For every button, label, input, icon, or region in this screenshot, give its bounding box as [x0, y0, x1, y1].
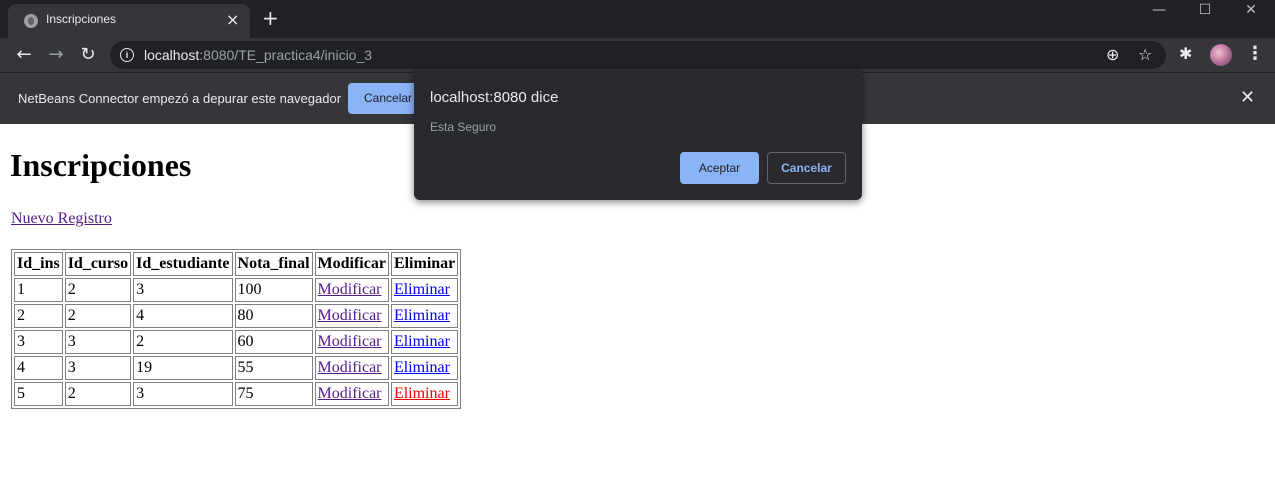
cell-modificar: Modificar — [314, 304, 389, 328]
dialog-message: Esta Seguro — [430, 120, 497, 134]
table-row: 1 2 3 100 Modificar Eliminar — [14, 278, 459, 302]
url-path: :8080/TE_practica4/inicio_3 — [199, 47, 373, 63]
new-tab-icon[interactable]: + — [262, 7, 279, 29]
cell-id-estudiante: 2 — [133, 330, 233, 354]
cell-modificar: Modificar — [314, 382, 389, 406]
table-row: 4 3 19 55 Modificar Eliminar — [14, 356, 459, 380]
cell-id-curso: 3 — [64, 356, 132, 380]
cell-id-estudiante: 19 — [133, 356, 233, 380]
profile-avatar[interactable] — [1210, 44, 1232, 66]
tab-title: Inscripciones — [46, 12, 117, 26]
tab-close-icon[interactable]: × — [226, 10, 239, 30]
infobar-message: NetBeans Connector empezó a depurar este… — [18, 91, 342, 106]
modify-link[interactable]: Modificar — [318, 307, 382, 324]
cell-id-ins: 5 — [14, 382, 63, 406]
column-header: Id_ins — [14, 252, 63, 276]
infobar-cancel-button[interactable]: Cancelar — [348, 83, 420, 114]
forward-icon[interactable]: → — [44, 43, 68, 67]
cell-eliminar: Eliminar — [390, 382, 459, 406]
delete-link[interactable]: Eliminar — [394, 281, 450, 298]
cell-id-ins: 1 — [14, 278, 63, 302]
cell-eliminar: Eliminar — [390, 304, 459, 328]
cell-id-estudiante: 3 — [133, 382, 233, 406]
delete-link[interactable]: Eliminar — [394, 359, 450, 376]
cell-id-ins: 2 — [14, 304, 63, 328]
cell-nota-final: 100 — [234, 278, 313, 302]
cell-nota-final: 55 — [234, 356, 313, 380]
dialog-accept-button[interactable]: Aceptar — [680, 152, 759, 184]
cell-id-curso: 2 — [64, 278, 132, 302]
minimize-icon[interactable]: — — [1136, 0, 1182, 22]
column-header: Eliminar — [390, 252, 459, 276]
globe-icon — [24, 14, 38, 28]
delete-link-active[interactable]: Eliminar — [394, 385, 450, 402]
page-title: Inscripciones — [10, 147, 192, 183]
column-header: Id_estudiante — [133, 252, 233, 276]
window-close-icon[interactable]: ✕ — [1228, 0, 1274, 22]
cell-eliminar: Eliminar — [390, 278, 459, 302]
modify-link[interactable]: Modificar — [318, 333, 382, 350]
infobar-close-icon[interactable]: ✕ — [1240, 87, 1255, 108]
maximize-icon[interactable]: ☐ — [1182, 0, 1228, 22]
cell-eliminar: Eliminar — [390, 330, 459, 354]
cell-id-curso: 3 — [64, 330, 132, 354]
browser-titlebar: Inscripciones × + — ☐ ✕ — [0, 0, 1275, 38]
browser-tab[interactable]: Inscripciones × — [8, 4, 250, 38]
table-header-row: Id_ins Id_curso Id_estudiante Nota_final… — [14, 252, 459, 276]
column-header: Nota_final — [234, 252, 313, 276]
inscriptions-table: Id_ins Id_curso Id_estudiante Nota_final… — [11, 249, 462, 409]
modify-link[interactable]: Modificar — [318, 385, 382, 402]
url-host: localhost — [144, 47, 200, 63]
column-header: Id_curso — [64, 252, 132, 276]
cell-eliminar: Eliminar — [390, 356, 459, 380]
cell-id-estudiante: 3 — [133, 278, 233, 302]
cell-id-ins: 3 — [14, 330, 63, 354]
cell-modificar: Modificar — [314, 278, 389, 302]
address-bar[interactable]: i localhost:8080/TE_practica4/inicio_3 ⊕… — [110, 41, 1166, 69]
zoom-icon[interactable]: ⊕ — [1106, 45, 1119, 65]
modify-link[interactable]: Modificar — [318, 359, 382, 376]
browser-toolbar: ← → ↻ i localhost:8080/TE_practica4/inic… — [0, 38, 1275, 72]
back-icon[interactable]: ← — [12, 43, 36, 67]
new-record-link[interactable]: Nuevo Registro — [11, 210, 112, 228]
delete-link[interactable]: Eliminar — [394, 333, 450, 350]
cell-nota-final: 75 — [234, 382, 313, 406]
url-text[interactable]: localhost:8080/TE_practica4/inicio_3 — [144, 47, 372, 63]
table-row: 3 3 2 60 Modificar Eliminar — [14, 330, 459, 354]
cell-id-curso: 2 — [64, 304, 132, 328]
cell-nota-final: 80 — [234, 304, 313, 328]
star-icon[interactable]: ☆ — [1138, 45, 1152, 65]
cell-id-curso: 2 — [64, 382, 132, 406]
reload-icon[interactable]: ↻ — [76, 43, 100, 67]
confirm-dialog: localhost:8080 dice Esta Seguro Aceptar … — [414, 70, 862, 200]
cell-modificar: Modificar — [314, 356, 389, 380]
dialog-cancel-button[interactable]: Cancelar — [767, 152, 846, 184]
cell-id-estudiante: 4 — [133, 304, 233, 328]
cell-modificar: Modificar — [314, 330, 389, 354]
extensions-icon[interactable]: ✱ — [1179, 44, 1192, 63]
dialog-title: localhost:8080 dice — [430, 89, 559, 106]
modify-link[interactable]: Modificar — [318, 281, 382, 298]
column-header: Modificar — [314, 252, 389, 276]
cell-nota-final: 60 — [234, 330, 313, 354]
table-row: 2 2 4 80 Modificar Eliminar — [14, 304, 459, 328]
delete-link[interactable]: Eliminar — [394, 307, 450, 324]
cell-id-ins: 4 — [14, 356, 63, 380]
info-icon[interactable]: i — [120, 48, 134, 62]
menu-icon[interactable]: ⋮ — [1246, 43, 1264, 64]
table-row: 5 2 3 75 Modificar Eliminar — [14, 382, 459, 406]
